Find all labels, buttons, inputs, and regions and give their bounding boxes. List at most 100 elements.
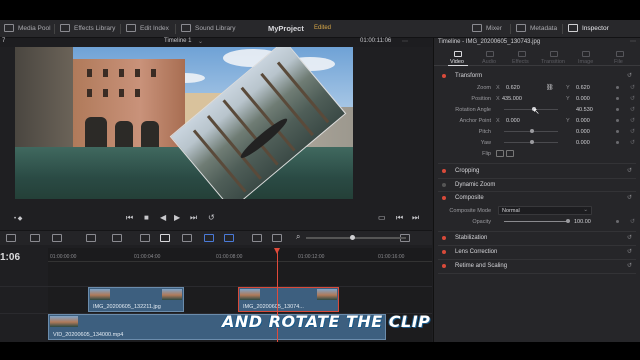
position-lock-icon[interactable] [182, 234, 192, 242]
blade-tool-icon[interactable] [86, 234, 96, 242]
zoom-slider-handle[interactable] [350, 235, 355, 240]
reset-icon[interactable]: ↺ [627, 234, 632, 241]
section-enabled-icon[interactable] [442, 182, 446, 187]
section-enabled-icon[interactable] [442, 235, 446, 240]
select-tool-icon[interactable] [30, 234, 40, 242]
marker-icon[interactable] [224, 234, 234, 242]
layout-icon[interactable] [6, 234, 16, 242]
position-y-field[interactable]: 0.000 [576, 96, 590, 102]
playhead-handle[interactable] [274, 248, 280, 254]
video-viewer[interactable] [15, 47, 353, 199]
inspector-options-icon[interactable]: ⋯ [630, 38, 636, 45]
viewer-options-icon[interactable]: ⋯ [402, 38, 408, 45]
reset-icon[interactable]: ↺ [630, 84, 635, 91]
metadata-button[interactable]: Metadata [516, 24, 557, 32]
section-enabled-icon[interactable] [442, 263, 446, 268]
loop-icon[interactable]: ↺ [208, 213, 215, 222]
position-x-field[interactable]: 435.000 [502, 96, 522, 102]
timeline-zoom-slider[interactable] [306, 237, 406, 239]
media-pool-button[interactable]: Media Pool [4, 24, 51, 32]
section-enabled-icon[interactable] [442, 168, 446, 173]
lens-correction-section-header[interactable]: Lens Correction ↺ [438, 246, 634, 257]
clip-thumbnail [50, 316, 78, 327]
anchor-y-field[interactable]: 0.000 [576, 118, 590, 124]
timeline-selector[interactable]: Timeline 1 [164, 38, 191, 44]
zoom-out-icon[interactable] [272, 234, 282, 242]
reset-icon[interactable]: ↺ [630, 139, 635, 146]
trim-tool-icon[interactable] [52, 234, 62, 242]
reset-icon[interactable]: ↺ [630, 106, 635, 113]
flag-icon[interactable] [204, 234, 214, 242]
section-enabled-icon[interactable] [442, 249, 446, 254]
snapping-icon[interactable] [140, 234, 150, 242]
keyframe-icon[interactable] [616, 130, 619, 133]
section-enabled-icon[interactable] [442, 195, 446, 200]
rotation-field[interactable]: 40.530 [576, 107, 593, 113]
zoom-fit-icon[interactable] [252, 234, 262, 242]
pitch-slider-handle[interactable] [530, 129, 534, 133]
go-to-end-icon[interactable]: ⏭ [190, 213, 197, 223]
rotation-slider[interactable] [504, 109, 558, 110]
keyframe-icon[interactable] [616, 108, 619, 111]
flip-vertical-icon[interactable] [506, 150, 514, 157]
go-to-start-icon[interactable]: ⏮ [126, 213, 133, 223]
keyframe-icon[interactable] [616, 86, 619, 89]
pitch-field[interactable]: 0.000 [576, 129, 590, 135]
composite-mode-select[interactable]: Normal ⌄ [498, 206, 592, 215]
transform-section-header[interactable]: Transform ↺ [438, 70, 634, 81]
opacity-slider-handle[interactable] [566, 219, 570, 223]
prev-edit-icon[interactable]: ⏮ [396, 213, 403, 223]
anchor-x-field[interactable]: 0.000 [506, 118, 520, 124]
zoom-search-icon[interactable]: ⌕ [296, 232, 300, 242]
chevron-down-icon[interactable]: ⌄ [198, 38, 203, 45]
reset-icon[interactable]: ↺ [627, 248, 632, 255]
link-icon[interactable] [160, 234, 170, 242]
sound-library-button[interactable]: Sound Library [181, 24, 235, 32]
yaw-slider-handle[interactable] [530, 140, 534, 144]
section-enabled-icon[interactable] [442, 73, 446, 78]
tab-effects[interactable]: Effects [512, 59, 529, 65]
dynamic-zoom-section-header[interactable]: Dynamic Zoom [438, 179, 634, 190]
next-edit-icon[interactable]: ⏭ [412, 213, 419, 223]
composite-section-header[interactable]: Composite ↺ [438, 192, 634, 203]
reset-icon[interactable]: ↺ [630, 128, 635, 135]
reset-icon[interactable]: ↺ [627, 194, 632, 201]
flip-label: Flip [482, 151, 491, 157]
keyframe-icon[interactable] [616, 119, 619, 122]
mixer-button[interactable]: Mixer [472, 24, 502, 32]
reset-icon[interactable]: ↺ [627, 262, 632, 269]
match-frame-icon[interactable]: ▭ [378, 213, 386, 222]
flip-horizontal-icon[interactable] [496, 150, 504, 157]
zoom-x-field[interactable]: 0.620 [506, 85, 520, 91]
keyframe-icon[interactable] [616, 220, 619, 223]
reset-icon[interactable]: ↺ [627, 72, 632, 79]
timeline-clip[interactable]: IMG_20200605_132211.jpg [88, 287, 184, 312]
inspector-button[interactable]: Inspector [568, 24, 609, 32]
reset-icon[interactable]: ↺ [627, 167, 632, 174]
timeline-clip-selected[interactable]: IMG_20200605_13074... [238, 287, 339, 312]
stabilization-section-header[interactable]: Stabilization ↺ [438, 232, 634, 243]
zoom-y-field[interactable]: 0.620 [576, 85, 590, 91]
yaw-field[interactable]: 0.000 [576, 140, 590, 146]
reset-icon[interactable]: ↺ [630, 95, 635, 102]
tab-audio[interactable]: Audio [482, 59, 496, 65]
opacity-field[interactable]: 100.00 [574, 219, 591, 225]
insert-clip-icon[interactable] [112, 234, 122, 242]
tab-transition[interactable]: Transition [541, 59, 565, 65]
play-icon[interactable]: ▶ [174, 213, 180, 222]
keyframe-icon[interactable] [616, 97, 619, 100]
timeline-ruler[interactable]: 01:00:00:00 01:00:04:00 01:00:08:00 01:0… [48, 248, 432, 262]
keyframe-icon[interactable] [616, 141, 619, 144]
effects-library-button[interactable]: Effects Library [60, 24, 115, 32]
opacity-slider[interactable] [504, 221, 568, 222]
link-icon[interactable]: ⛓ [546, 84, 554, 91]
retime-section-header[interactable]: Retime and Scaling ↺ [438, 260, 634, 271]
tab-image[interactable]: Image [578, 59, 593, 65]
play-reverse-icon[interactable]: ◀ [160, 213, 166, 222]
stop-icon[interactable]: ■ [144, 213, 149, 222]
reset-icon[interactable]: ↺ [630, 117, 635, 124]
cropping-section-header[interactable]: Cropping ↺ [438, 165, 634, 176]
reset-icon[interactable]: ↺ [630, 218, 635, 225]
edit-index-button[interactable]: Edit Index [126, 24, 169, 32]
tab-file[interactable]: File [614, 59, 623, 65]
